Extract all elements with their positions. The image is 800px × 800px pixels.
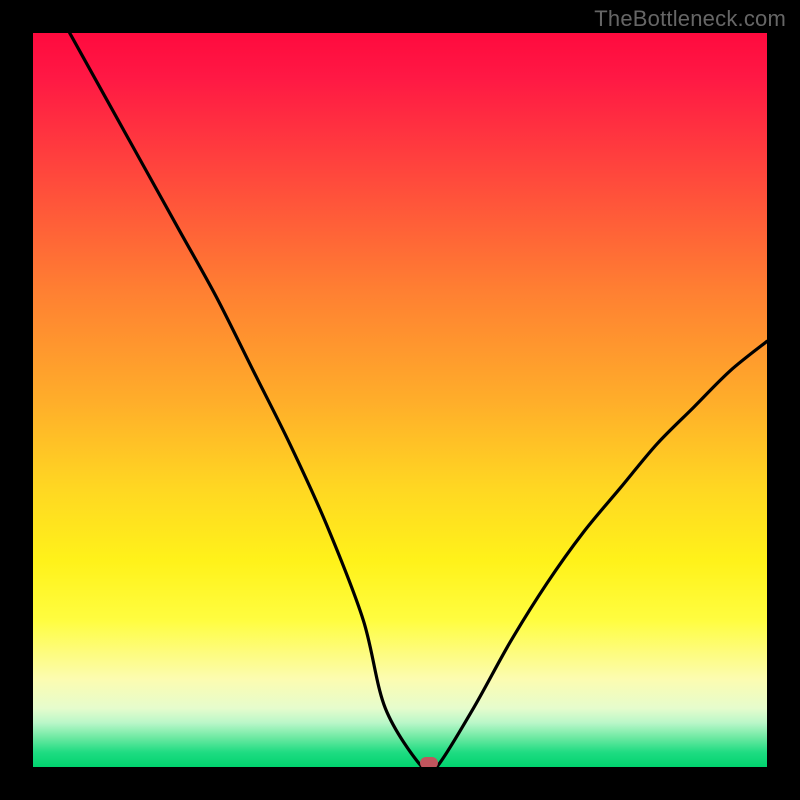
bottleneck-curve	[33, 33, 767, 767]
watermark-text: TheBottleneck.com	[594, 6, 786, 32]
chart-frame: TheBottleneck.com	[0, 0, 800, 800]
curve-path	[70, 33, 767, 767]
optimal-point-marker	[420, 757, 438, 767]
plot-area	[33, 33, 767, 767]
